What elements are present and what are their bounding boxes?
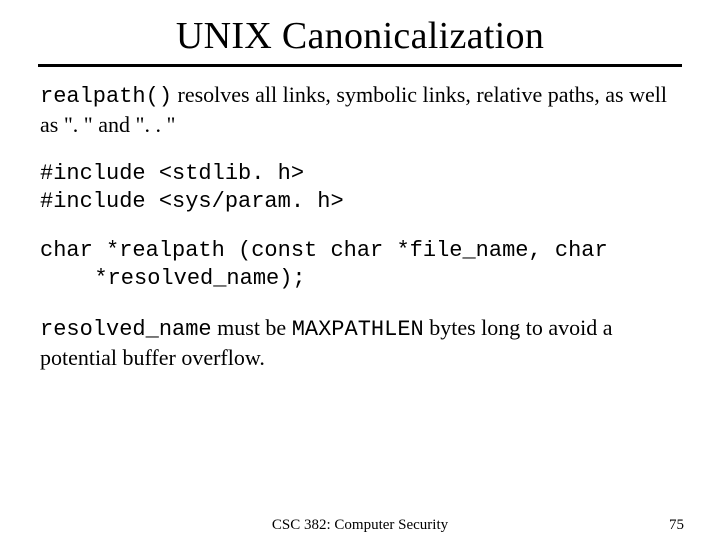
warning-paragraph: resolved_name must be MAXPATHLEN bytes l… <box>40 314 680 371</box>
include-block: #include <stdlib. h> #include <sys/param… <box>40 160 680 215</box>
warning-text-1: must be <box>212 315 292 340</box>
slide-title: UNIX Canonicalization <box>0 14 720 58</box>
footer-page-number: 75 <box>669 517 684 534</box>
intro-paragraph: realpath() resolves all links, symbolic … <box>40 81 680 138</box>
footer-course: CSC 382: Computer Security <box>0 517 720 534</box>
resolved-name-code: resolved_name <box>40 317 212 342</box>
prototype-block: char *realpath (const char *file_name, c… <box>40 237 680 292</box>
slide-body: realpath() resolves all links, symbolic … <box>40 81 680 371</box>
slide: UNIX Canonicalization realpath() resolve… <box>0 14 720 554</box>
title-divider <box>38 64 682 67</box>
maxpathlen-code: MAXPATHLEN <box>292 317 424 342</box>
realpath-code: realpath() <box>40 84 172 109</box>
